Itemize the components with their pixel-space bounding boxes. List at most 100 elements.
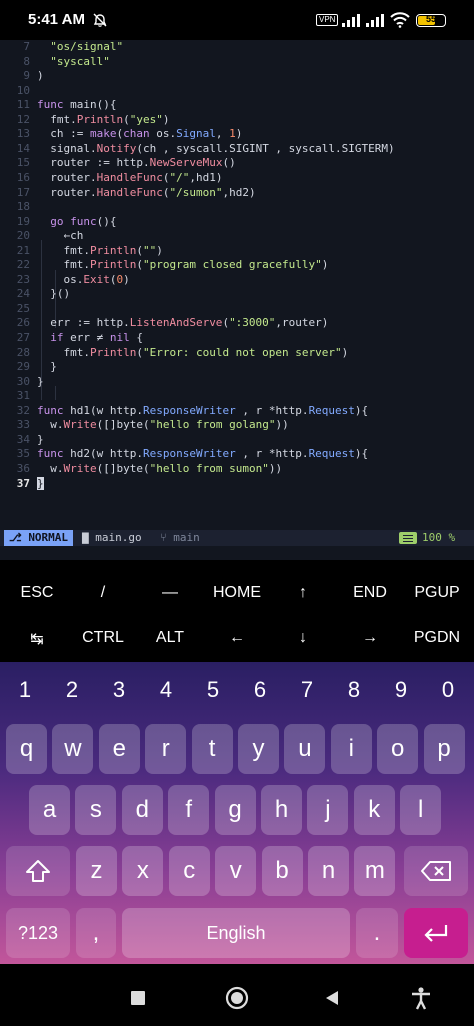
backspace-key[interactable] [404, 846, 468, 896]
accessibility-icon[interactable] [410, 986, 432, 1010]
code-line: 9) [0, 69, 474, 84]
line-number: 16 [16, 170, 30, 184]
letter-i-key[interactable]: i [330, 724, 372, 774]
letter-d-key[interactable]: d [121, 785, 163, 835]
code-line: 26 err := http.ListenAndServe(":3000",ro… [0, 316, 474, 331]
code-line: 37} [0, 476, 474, 492]
code-editor[interactable]: 7 "os/signal" 8 "syscall" 9) 10 11 func main(… [0, 40, 474, 530]
letter-v-key[interactable]: v [215, 846, 257, 896]
line-number: 17 [16, 185, 30, 199]
line-code: os.Exit(0) [37, 272, 130, 286]
letter-w-key[interactable]: w [52, 724, 94, 774]
line-number: 31 [16, 389, 30, 403]
letter-j-key[interactable]: j [307, 785, 349, 835]
space-bar[interactable]: English [122, 908, 350, 958]
code-line: 21 fmt.Println("") [0, 244, 474, 259]
right-arrow-key[interactable]: → [335, 629, 405, 647]
letter-x-key[interactable]: x [122, 846, 164, 896]
code-line: 25 [0, 302, 474, 317]
code-line: 7 "os/signal" [0, 40, 474, 55]
line-number: 33 [16, 418, 30, 432]
letter-a-key[interactable]: a [29, 785, 70, 835]
code-line: 19 go func(){ [0, 215, 474, 230]
left-arrow-key[interactable]: ← [202, 629, 272, 647]
alt-key[interactable]: ALT [135, 629, 205, 647]
slash-key[interactable]: / [68, 584, 138, 602]
letter-y-key[interactable]: y [238, 724, 279, 774]
number-9-key[interactable]: 9 [386, 677, 416, 703]
tab-key[interactable]: ↹ [2, 629, 72, 649]
comma-key[interactable]: , [76, 908, 116, 958]
line-code: fmt.Println("program closed gracefully") [37, 258, 329, 272]
back-triangle-icon[interactable] [324, 990, 340, 1006]
letter-g-key[interactable]: g [214, 785, 256, 835]
letter-k-key[interactable]: k [353, 785, 395, 835]
number-2-key[interactable]: 2 [57, 677, 87, 703]
letter-q-key[interactable]: q [6, 724, 47, 774]
symbols-key[interactable]: ?123 [6, 908, 70, 958]
letter-p-key[interactable]: p [423, 724, 465, 774]
letter-h-key[interactable]: h [261, 785, 302, 835]
code-line: 8 "syscall" [0, 55, 474, 70]
down-arrow-key[interactable]: ↓ [268, 629, 338, 647]
number-7-key[interactable]: 7 [292, 677, 322, 703]
code-line: 30} [0, 375, 474, 390]
code-line: 29 } [0, 360, 474, 375]
number-6-key[interactable]: 6 [245, 677, 275, 703]
line-code: func hd2(w http.ResponseWriter , r *http… [37, 447, 369, 461]
letter-n-key[interactable]: n [308, 846, 349, 896]
mode-indicator: ⎇ NORMAL [4, 530, 74, 546]
line-code: ) [37, 69, 44, 83]
letter-t-key[interactable]: t [191, 724, 233, 774]
line-code: w.Write([]byte("hello from sumon")) [37, 461, 283, 475]
esc-key[interactable]: ESC [2, 584, 72, 602]
line-number: 15 [16, 156, 30, 170]
recents-square-icon[interactable] [130, 990, 146, 1006]
file-segment: ▇ main.go [82, 530, 142, 546]
pgup-key[interactable]: PGUP [402, 584, 472, 602]
letter-z-key[interactable]: z [76, 846, 117, 896]
git-branch-icon: ⑂ [160, 531, 174, 544]
number-5-key[interactable]: 5 [198, 677, 228, 703]
shift-key[interactable] [6, 846, 70, 896]
number-1-key[interactable]: 1 [10, 677, 40, 703]
line-code: } [37, 476, 44, 490]
letter-o-key[interactable]: o [377, 724, 419, 774]
letter-m-key[interactable]: m [354, 846, 396, 896]
letter-c-key[interactable]: c [168, 846, 210, 896]
letter-b-key[interactable]: b [261, 846, 303, 896]
code-line: 23 os.Exit(0) [0, 273, 474, 288]
branch-name: main [173, 531, 200, 544]
letter-e-key[interactable]: e [98, 724, 140, 774]
vim-command-line[interactable] [0, 546, 474, 560]
letter-f-key[interactable]: f [168, 785, 210, 835]
dash-key[interactable]: — [135, 584, 205, 602]
ctrl-key[interactable]: CTRL [68, 629, 138, 647]
letter-s-key[interactable]: s [75, 785, 117, 835]
number-4-key[interactable]: 4 [151, 677, 181, 703]
letter-l-key[interactable]: l [400, 785, 442, 835]
enter-key[interactable] [404, 908, 468, 958]
vim-statusline: ⎇ NORMAL ▇ main.go ⑂ main 100 % [0, 530, 474, 546]
soft-keyboard: 1234567890 qwertyuiop asdfghjkl zxcvbnm … [0, 662, 474, 964]
line-number: 7 [23, 40, 30, 53]
letter-r-key[interactable]: r [145, 724, 187, 774]
home-key[interactable]: HOME [202, 584, 272, 602]
line-number: 14 [16, 141, 30, 155]
code-line: 18 [0, 200, 474, 215]
number-8-key[interactable]: 8 [339, 677, 369, 703]
up-arrow-key[interactable]: ↑ [268, 584, 338, 602]
line-code: } [37, 374, 44, 388]
code-line: 20 ←ch [0, 229, 474, 244]
number-3-key[interactable]: 3 [104, 677, 134, 703]
line-number: 20 [16, 229, 30, 243]
line-number: 13 [16, 127, 30, 141]
period-key[interactable]: . [356, 908, 398, 958]
pgdn-key[interactable]: PGDN [402, 629, 472, 647]
line-code: router.HandleFunc("/sumon",hd2) [37, 185, 256, 199]
home-circle-icon[interactable] [225, 986, 249, 1010]
end-key[interactable]: END [335, 584, 405, 602]
number-0-key[interactable]: 0 [433, 677, 463, 703]
letter-u-key[interactable]: u [284, 724, 326, 774]
shift-arrow-icon [26, 860, 50, 882]
